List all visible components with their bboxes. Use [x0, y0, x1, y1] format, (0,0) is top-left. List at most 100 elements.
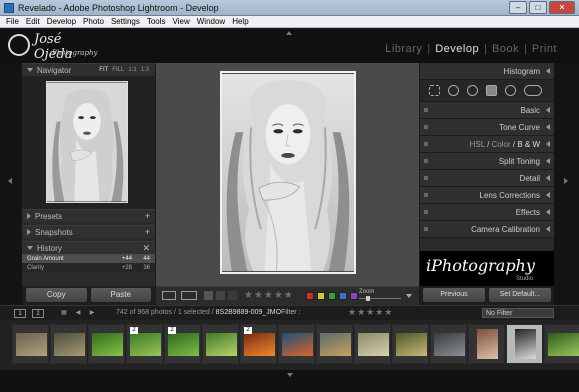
- hsl-color-bw-header[interactable]: HSL / Color / B & W: [420, 136, 554, 153]
- filmstrip-thumbnail[interactable]: [506, 324, 543, 364]
- copy-button[interactable]: Copy: [26, 288, 87, 302]
- panel-split-toning[interactable]: Split Toning: [420, 153, 554, 170]
- star-rating[interactable]: ★★★★★: [244, 290, 294, 301]
- menu-item-settings[interactable]: Settings: [111, 16, 140, 27]
- filmstrip-thumbnail[interactable]: 2: [126, 324, 163, 364]
- history-header[interactable]: History ✕: [22, 241, 155, 254]
- red-eye-icon[interactable]: [467, 85, 478, 96]
- menu-item-file[interactable]: File: [6, 16, 19, 27]
- filmstrip-thumbnail[interactable]: 2: [164, 324, 201, 364]
- module-book[interactable]: Book: [492, 43, 519, 55]
- history-step[interactable]: Grain Amount +44 44: [22, 254, 155, 263]
- panel-toggle-icon[interactable]: [424, 159, 428, 163]
- maximize-button[interactable]: □: [529, 1, 547, 14]
- panel-tone-curve[interactable]: Tone Curve: [420, 119, 554, 136]
- filter-star-rating[interactable]: ★★★★★: [348, 307, 393, 318]
- bw-tab[interactable]: B & W: [517, 140, 540, 149]
- close-button[interactable]: ✕: [549, 1, 575, 14]
- panel-lens-corrections[interactable]: Lens Corrections: [420, 187, 554, 204]
- panel-toggle-icon[interactable]: [424, 108, 428, 112]
- color-label-swatch[interactable]: [339, 292, 347, 300]
- presets-header[interactable]: Presets +: [22, 209, 155, 222]
- previous-button[interactable]: Previous: [423, 288, 485, 302]
- spot-removal-icon[interactable]: [448, 85, 459, 96]
- filmstrip-thumbnail[interactable]: [202, 324, 239, 364]
- loupe-view[interactable]: [156, 63, 419, 286]
- filmstrip-thumbnail[interactable]: [12, 324, 49, 364]
- filmstrip-thumbnail[interactable]: [430, 324, 467, 364]
- module-library[interactable]: Library: [385, 43, 422, 55]
- navigator-zoom-option[interactable]: FIT: [99, 67, 108, 73]
- forward-arrow-icon[interactable]: ▶: [86, 309, 98, 318]
- adjustment-brush-icon[interactable]: [524, 85, 542, 96]
- before-after-icon[interactable]: [181, 291, 197, 300]
- clear-history-icon[interactable]: ✕: [142, 243, 150, 254]
- panel-toggle-icon[interactable]: [424, 193, 428, 197]
- add-preset-icon[interactable]: +: [145, 211, 150, 221]
- filmstrip-thumbnail[interactable]: 2: [240, 324, 277, 364]
- radial-filter-icon[interactable]: [505, 85, 516, 96]
- navigator-zoom-option[interactable]: 1:3: [141, 67, 149, 73]
- filter-dropdown[interactable]: No Filter: [482, 308, 554, 318]
- hsl-tab[interactable]: HSL: [470, 140, 485, 149]
- panel-effects[interactable]: Effects: [420, 204, 554, 221]
- menu-item-tools[interactable]: Tools: [147, 16, 166, 27]
- menu-item-view[interactable]: View: [173, 16, 190, 27]
- menu-item-help[interactable]: Help: [232, 16, 248, 27]
- module-develop[interactable]: Develop: [435, 43, 479, 55]
- color-label-swatch[interactable]: [328, 292, 336, 300]
- crop-tool-icon[interactable]: [429, 85, 440, 96]
- reject-flag-icon[interactable]: [228, 291, 237, 300]
- filmstrip-thumbnail[interactable]: [278, 324, 315, 364]
- menu-item-develop[interactable]: Develop: [47, 16, 76, 27]
- toolbar-options-icon[interactable]: [406, 294, 412, 298]
- grid-view-icon[interactable]: ▦: [58, 309, 70, 318]
- graduated-filter-icon[interactable]: [486, 85, 497, 96]
- navigator-preview[interactable]: [22, 76, 155, 209]
- panel-basic[interactable]: Basic: [420, 102, 554, 119]
- filmstrip-thumbnail[interactable]: [468, 324, 505, 364]
- panel-toggle-icon[interactable]: [424, 227, 428, 231]
- filmstrip-thumbnail[interactable]: [316, 324, 353, 364]
- menu-item-window[interactable]: Window: [197, 16, 225, 27]
- color-tab[interactable]: Color: [492, 140, 511, 149]
- collapse-right-panel-icon[interactable]: [564, 178, 568, 184]
- panel-toggle-icon[interactable]: [424, 176, 428, 180]
- snapshots-header[interactable]: Snapshots +: [22, 225, 155, 238]
- collapse-left-panel-icon[interactable]: [8, 178, 12, 184]
- panel-toggle-icon[interactable]: [424, 142, 428, 146]
- display-1-button[interactable]: 1: [14, 309, 26, 318]
- minimize-button[interactable]: –: [509, 1, 527, 14]
- filmstrip-thumbnail[interactable]: [354, 324, 391, 364]
- flag-icon[interactable]: [204, 291, 213, 300]
- panel-toggle-icon[interactable]: [424, 210, 428, 214]
- module-print[interactable]: Print: [532, 43, 557, 55]
- add-snapshot-icon[interactable]: +: [145, 227, 150, 237]
- display-2-button[interactable]: 2: [32, 309, 44, 318]
- filmstrip-thumbnail[interactable]: [544, 324, 579, 364]
- panel-detail[interactable]: Detail: [420, 170, 554, 187]
- collapse-filmstrip-icon[interactable]: [287, 373, 293, 377]
- color-label-swatch[interactable]: [350, 292, 358, 300]
- panel-camera-calibration[interactable]: Camera Calibration: [420, 221, 554, 238]
- back-arrow-icon[interactable]: ◀: [72, 309, 84, 318]
- menu-item-photo[interactable]: Photo: [83, 16, 104, 27]
- navigator-header[interactable]: Navigator FIT FILL 1:1 1:3: [22, 63, 155, 76]
- filmstrip-thumbnail[interactable]: [392, 324, 429, 364]
- filmstrip-thumbnail[interactable]: [50, 324, 87, 364]
- set-default-button[interactable]: Set Default...: [489, 288, 551, 302]
- menu-item-edit[interactable]: Edit: [26, 16, 40, 27]
- color-label-swatch[interactable]: [306, 292, 314, 300]
- navigator-zoom-option[interactable]: 1:1: [128, 67, 136, 73]
- unflag-icon[interactable]: [216, 291, 225, 300]
- history-step[interactable]: Clarity +28 36: [22, 263, 155, 272]
- panel-toggle-icon[interactable]: [424, 125, 428, 129]
- paste-button[interactable]: Paste: [90, 288, 151, 302]
- zoom-slider-knob[interactable]: [366, 296, 371, 301]
- loupe-view-icon[interactable]: [162, 291, 176, 300]
- navigator-zoom-option[interactable]: FILL: [112, 67, 124, 73]
- histogram-header[interactable]: Histogram: [420, 63, 554, 80]
- filmstrip-thumbnail[interactable]: [88, 324, 125, 364]
- color-label-swatch[interactable]: [317, 292, 325, 300]
- collapse-top-panel-icon[interactable]: [286, 31, 292, 35]
